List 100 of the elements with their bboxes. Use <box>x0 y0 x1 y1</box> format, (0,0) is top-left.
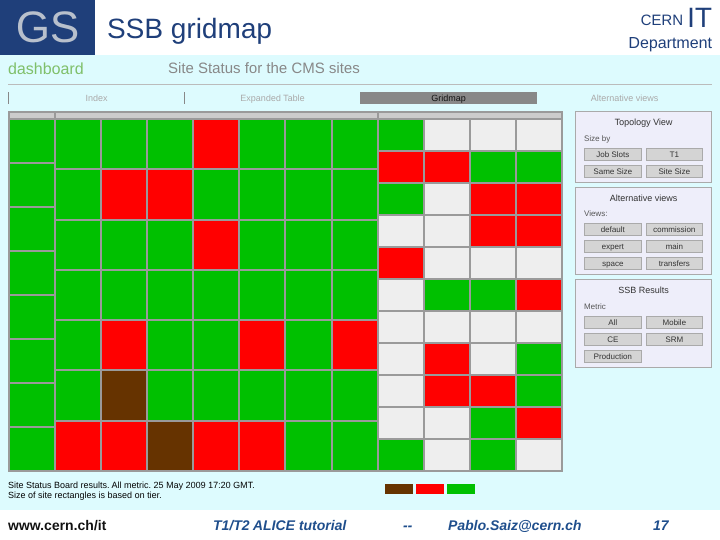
site-tile[interactable] <box>378 375 424 407</box>
site-tile[interactable] <box>516 439 562 471</box>
site-tile[interactable] <box>239 119 286 170</box>
site-tile[interactable] <box>101 370 148 421</box>
site-tile[interactable] <box>332 220 378 270</box>
site-tile[interactable] <box>516 407 562 439</box>
site-tile[interactable] <box>516 375 562 407</box>
site-tile[interactable] <box>470 279 516 311</box>
site-tile[interactable] <box>285 370 332 421</box>
option-button[interactable]: CE <box>584 332 642 346</box>
option-button[interactable]: expert <box>584 240 642 253</box>
site-tile[interactable] <box>147 119 194 170</box>
site-tile[interactable] <box>424 439 470 471</box>
site-tile[interactable] <box>424 119 470 151</box>
site-tile[interactable] <box>470 247 516 279</box>
site-tile[interactable] <box>147 270 194 320</box>
site-tile[interactable] <box>332 320 378 370</box>
site-tile[interactable] <box>332 420 378 471</box>
option-button[interactable]: Mobile <box>646 316 703 328</box>
nav-tab[interactable]: Gridmap <box>360 92 536 104</box>
site-tile[interactable] <box>424 215 470 247</box>
site-tile[interactable] <box>55 169 102 220</box>
site-tile[interactable] <box>9 339 56 383</box>
site-tile[interactable] <box>378 215 424 247</box>
site-tile[interactable] <box>378 439 424 471</box>
site-tile[interactable] <box>470 407 516 439</box>
site-tile[interactable] <box>516 119 562 151</box>
site-tile[interactable] <box>9 427 56 471</box>
site-tile[interactable] <box>239 420 286 471</box>
site-tile[interactable] <box>147 169 194 220</box>
site-tile[interactable] <box>9 119 56 163</box>
site-tile[interactable] <box>239 169 286 220</box>
site-tile[interactable] <box>9 295 56 339</box>
site-tile[interactable] <box>516 279 562 311</box>
option-button[interactable]: Site Size <box>646 164 703 178</box>
option-button[interactable]: Production <box>584 350 642 362</box>
site-tile[interactable] <box>470 439 516 471</box>
site-tile[interactable] <box>239 270 286 320</box>
site-tile[interactable] <box>55 370 102 421</box>
site-tile[interactable] <box>55 270 102 320</box>
site-tile[interactable] <box>470 375 516 407</box>
site-tile[interactable] <box>332 370 378 421</box>
site-tile[interactable] <box>424 279 470 311</box>
site-tile[interactable] <box>378 279 424 311</box>
site-tile[interactable] <box>516 247 562 279</box>
site-tile[interactable] <box>285 220 332 270</box>
site-tile[interactable] <box>285 420 332 471</box>
site-tile[interactable] <box>516 343 562 375</box>
site-tile[interactable] <box>239 320 286 370</box>
site-tile[interactable] <box>147 370 194 421</box>
option-button[interactable]: default <box>584 223 642 236</box>
site-tile[interactable] <box>239 370 286 421</box>
site-tile[interactable] <box>424 375 470 407</box>
site-tile[interactable] <box>147 220 194 270</box>
site-tile[interactable] <box>424 343 470 375</box>
site-tile[interactable] <box>193 119 240 170</box>
site-tile[interactable] <box>470 151 516 183</box>
site-tile[interactable] <box>378 183 424 215</box>
site-tile[interactable] <box>9 163 56 207</box>
site-tile[interactable] <box>193 270 240 320</box>
site-tile[interactable] <box>193 169 240 220</box>
site-tile[interactable] <box>332 119 378 170</box>
site-tile[interactable] <box>378 119 424 151</box>
site-tile[interactable] <box>9 207 56 251</box>
site-tile[interactable] <box>193 420 240 471</box>
site-tile[interactable] <box>470 343 516 375</box>
site-tile[interactable] <box>424 247 470 279</box>
site-tile[interactable] <box>516 151 562 183</box>
option-button[interactable]: All <box>584 316 642 328</box>
site-tile[interactable] <box>470 183 516 215</box>
site-tile[interactable] <box>239 220 286 270</box>
site-tile[interactable] <box>101 119 148 170</box>
site-tile[interactable] <box>470 311 516 343</box>
site-tile[interactable] <box>516 311 562 343</box>
site-tile[interactable] <box>424 183 470 215</box>
site-tile[interactable] <box>193 370 240 421</box>
site-tile[interactable] <box>424 407 470 439</box>
site-tile[interactable] <box>378 343 424 375</box>
site-tile[interactable] <box>101 169 148 220</box>
site-tile[interactable] <box>470 119 516 151</box>
site-tile[interactable] <box>285 169 332 220</box>
site-tile[interactable] <box>332 169 378 220</box>
option-button[interactable]: SRM <box>646 332 703 346</box>
option-button[interactable]: Same Size <box>584 164 642 178</box>
site-tile[interactable] <box>55 220 102 270</box>
site-tile[interactable] <box>101 420 148 471</box>
site-tile[interactable] <box>193 320 240 370</box>
site-tile[interactable] <box>378 407 424 439</box>
site-tile[interactable] <box>470 215 516 247</box>
option-button[interactable]: space <box>584 257 642 270</box>
site-tile[interactable] <box>378 311 424 343</box>
site-tile[interactable] <box>55 420 102 471</box>
site-tile[interactable] <box>378 151 424 183</box>
site-tile[interactable] <box>424 151 470 183</box>
option-button[interactable]: transfers <box>646 257 703 270</box>
site-tile[interactable] <box>516 215 562 247</box>
site-tile[interactable] <box>285 320 332 370</box>
option-button[interactable]: T1 <box>646 148 703 160</box>
site-tile[interactable] <box>9 251 56 295</box>
site-tile[interactable] <box>9 383 56 427</box>
